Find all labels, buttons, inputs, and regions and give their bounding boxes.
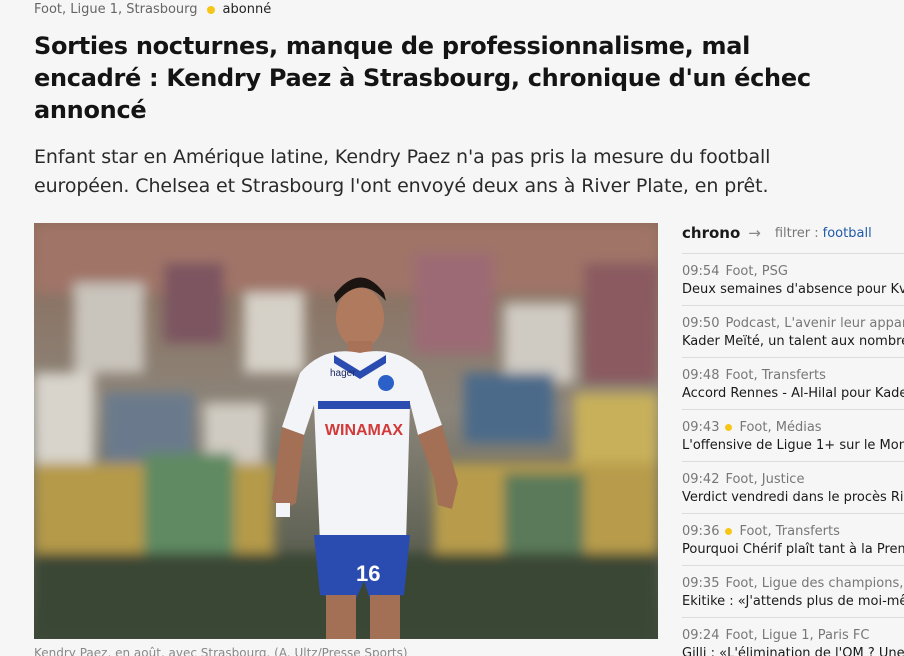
chrono-item-time: 09:24: [682, 627, 720, 643]
chrono-item-time: 09:35: [682, 575, 720, 591]
arrow-right-icon[interactable]: →: [748, 224, 761, 242]
chrono-item[interactable]: 09:35 Foot, Ligue des champions, OM Ekitik…: [682, 565, 904, 617]
photo-caption: Kendry Paez, en août, avec Strasbourg. (…: [34, 646, 408, 656]
chrono-item-meta: 09:42 Foot, Justice: [682, 470, 904, 488]
chrono-item-meta: 09:48 Foot, Transferts: [682, 366, 904, 384]
chrono-feed: 09:54 Foot, PSG Deux semaines d'absence po…: [682, 253, 904, 656]
chrono-item[interactable]: 09:50 Podcast, L'avenir leur appartient Ka…: [682, 305, 904, 357]
chrono-item-headline[interactable]: L'offensive de Ligue 1+ sur le Mondial: [682, 438, 904, 453]
subscriber-dot-icon: [206, 5, 215, 14]
chrono-item-headline[interactable]: Accord Rennes - Al-Hilal pour Kader: [682, 386, 904, 401]
chrono-item-headline[interactable]: Verdict vendredi dans le procès Rio: [682, 490, 904, 505]
chrono-item-tags: Foot, Justice: [725, 471, 805, 487]
breadcrumb: Foot, Ligue 1, Strasbourg abonné: [34, 2, 271, 17]
chrono-item-headline[interactable]: Gilli : «L'élimination de l'OM ? Une: [682, 646, 904, 656]
chrono-item-headline[interactable]: Pourquoi Chérif plaît tant à la Premier: [682, 542, 904, 557]
chrono-item-meta: 09:43 Foot, Médias: [682, 418, 904, 436]
chrono-item-meta: 09:54 Foot, PSG: [682, 262, 904, 280]
chrono-item[interactable]: 09:54 Foot, PSG Deux semaines d'absence po…: [682, 253, 904, 305]
chrono-item-tags: Foot, Transferts: [725, 367, 826, 383]
chrono-item-time: 09:42: [682, 471, 720, 487]
article-photo: WINAMAX hager 16: [34, 223, 658, 639]
subscriber-badge: abonné: [222, 2, 272, 17]
chrono-item-meta: 09:50 Podcast, L'avenir leur appartient: [682, 314, 904, 332]
breadcrumb-path[interactable]: Foot, Ligue 1, Strasbourg: [34, 2, 198, 17]
chrono-item-tags: Foot, Ligue des champions, OM: [725, 575, 904, 591]
subscriber-dot-icon: [725, 527, 733, 535]
chrono-item-meta: 09:24 Foot, Ligue 1, Paris FC: [682, 626, 904, 644]
chrono-header: chrono → filtrer : football: [682, 224, 872, 242]
chrono-item-time: 09:43: [682, 419, 720, 435]
chrono-item[interactable]: 09:48 Foot, Transferts Accord Rennes - Al-…: [682, 357, 904, 409]
chrono-item-tags: Podcast, L'avenir leur appartient: [725, 315, 904, 331]
jersey-sponsor: WINAMAX: [325, 422, 404, 439]
filter-football-link[interactable]: football: [823, 226, 872, 241]
chrono-title[interactable]: chrono: [682, 224, 740, 242]
chrono-item-tags: Foot, Transferts: [739, 523, 840, 539]
chrono-item-headline[interactable]: Deux semaines d'absence pour Kvaratskhel…: [682, 282, 904, 297]
chrono-item-headline[interactable]: Ekitike : «J'attends plus de moi-même»: [682, 594, 904, 609]
article-title: Sorties nocturnes, manque de professionn…: [34, 32, 811, 124]
chrono-item-meta: 09:35 Foot, Ligue des champions, OM: [682, 574, 904, 592]
chrono-item-time: 09:54: [682, 263, 720, 279]
jersey-number: 16: [356, 561, 380, 586]
chrono-item[interactable]: 09:43 Foot, Médias L'offensive de Ligue 1+…: [682, 409, 904, 461]
chrono-item-tags: Foot, Médias: [739, 419, 822, 435]
chrono-item-time: 09:36: [682, 523, 720, 539]
chrono-item-time: 09:48: [682, 367, 720, 383]
chrono-item-time: 09:50: [682, 315, 720, 331]
chrono-filter: filtrer : football: [775, 226, 872, 241]
chrono-item-headline[interactable]: Kader Meïté, un talent aux nombreuses: [682, 334, 904, 349]
article-standfirst: Enfant star en Amérique latine, Kendry P…: [34, 146, 771, 197]
chrono-item[interactable]: 09:24 Foot, Ligue 1, Paris FC Gilli : «L'é…: [682, 617, 904, 656]
chrono-item-tags: Foot, PSG: [725, 263, 788, 279]
chrono-item[interactable]: 09:36 Foot, Transferts Pourquoi Chérif pla…: [682, 513, 904, 565]
jersey-brand: hager: [330, 368, 356, 379]
subscriber-dot-icon: [725, 423, 733, 431]
chrono-item-tags: Foot, Ligue 1, Paris FC: [725, 627, 870, 643]
chrono-item[interactable]: 09:42 Foot, Justice Verdict vendredi dans …: [682, 461, 904, 513]
filter-prefix: filtrer :: [774, 225, 819, 241]
chrono-item-meta: 09:36 Foot, Transferts: [682, 522, 904, 540]
